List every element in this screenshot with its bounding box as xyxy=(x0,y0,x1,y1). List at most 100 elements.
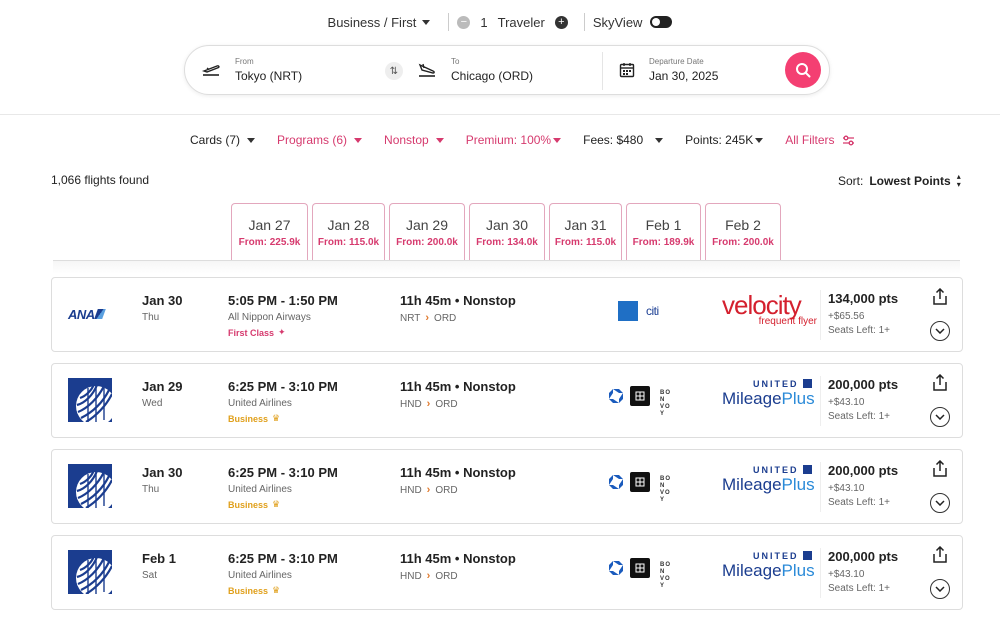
points-price: 200,000 pts xyxy=(828,377,899,392)
destination-code: ORD xyxy=(434,312,457,324)
filter-cards[interactable]: Cards (7) xyxy=(190,133,256,147)
united-globe-logo xyxy=(68,464,112,508)
sort-value: Lowest Points xyxy=(869,174,951,188)
points-price: 134,000 pts xyxy=(828,291,899,306)
chevron-down-icon xyxy=(435,137,444,143)
date-tab[interactable]: Jan 28 From: 115.0k xyxy=(312,203,385,260)
flight-card[interactable]: Jan 29 Wed 6:25 PM - 3:10 PM United Airl… xyxy=(51,363,963,438)
departure-date-field[interactable]: Departure Date Jan 30, 2025 xyxy=(619,46,718,94)
cabin-label: Business / First xyxy=(327,14,417,30)
cabin-class-label: First Class xyxy=(228,327,275,338)
globe-icon xyxy=(803,465,812,474)
chevron-right-icon: › xyxy=(426,570,431,582)
flight-day: Sat xyxy=(142,570,158,581)
filter-label: Cards (7) xyxy=(190,133,241,147)
traveler-label: Traveler xyxy=(497,14,545,30)
chase-card-icon xyxy=(609,389,623,403)
date-tab-price: From: 200.0k xyxy=(712,236,774,248)
sort-selector[interactable]: Sort: Lowest Points ▴ ▾ xyxy=(838,173,961,189)
minus-icon[interactable]: − xyxy=(457,15,471,29)
search-bar: From Tokyo (NRT) ⇅ To Chicago (ORD) Depa… xyxy=(184,45,830,95)
search-icon xyxy=(796,63,811,78)
date-tab-selected[interactable]: Jan 30 From: 134.0k xyxy=(469,203,545,260)
program-name: MileagePlus xyxy=(722,476,815,494)
filter-points[interactable]: Points: 245K xyxy=(685,133,764,147)
expand-button[interactable] xyxy=(930,321,950,341)
traveler-count: 1 xyxy=(480,14,488,30)
expand-button[interactable] xyxy=(930,407,950,427)
date-tab[interactable]: Feb 1 From: 189.9k xyxy=(626,203,701,260)
share-icon[interactable] xyxy=(932,288,948,306)
to-value: Chicago (ORD) xyxy=(451,69,534,83)
plus-icon[interactable]: + xyxy=(554,15,568,29)
to-field[interactable]: To Chicago (ORD) xyxy=(417,46,533,94)
program-name-part1: Mileage xyxy=(722,561,782,580)
filter-label: Fees: $480 xyxy=(583,133,644,147)
flight-duration: 11h 45m • Nonstop xyxy=(400,465,516,480)
filter-stops[interactable]: Nonstop xyxy=(384,133,444,147)
cabin-class-label: Business xyxy=(228,499,269,510)
cabin-selector[interactable]: Business / First xyxy=(328,15,441,30)
flight-card[interactable]: Feb 1 Sat 6:25 PM - 3:10 PM United Airli… xyxy=(51,535,963,610)
amex-card-icon xyxy=(618,301,638,321)
airline-name: United Airlines xyxy=(228,484,292,495)
filter-fees[interactable]: Fees: $480 xyxy=(583,133,664,147)
flight-card[interactable]: ANA Jan 30 Thu 5:05 PM - 1:50 PM All Nip… xyxy=(51,277,963,352)
date-tab[interactable]: Jan 29 From: 200.0k xyxy=(389,203,465,260)
filter-premium[interactable]: Premium: 100% xyxy=(466,133,562,147)
globe-icon xyxy=(803,551,812,560)
expand-button[interactable] xyxy=(930,493,950,513)
flight-date: Jan 30 xyxy=(142,465,183,480)
crown-icon: ♛ xyxy=(272,585,281,595)
skyview-toggle[interactable] xyxy=(650,16,673,28)
destination-code: ORD xyxy=(435,398,458,410)
cabin-class: Business ♛ xyxy=(228,499,280,510)
filter-programs[interactable]: Programs (6) xyxy=(277,133,363,147)
chevron-down-icon xyxy=(247,137,256,143)
sort-arrows-icon: ▴ ▾ xyxy=(956,172,961,189)
share-icon[interactable] xyxy=(932,374,948,392)
filter-all[interactable]: All Filters xyxy=(785,133,854,147)
share-icon[interactable] xyxy=(932,546,948,564)
chevron-down-icon xyxy=(553,137,562,143)
calendar-icon xyxy=(619,63,635,78)
program-name: MileagePlus xyxy=(722,561,815,580)
cabin-class: First Class ✦ xyxy=(228,327,286,338)
share-icon[interactable] xyxy=(932,460,948,478)
date-tab[interactable]: Jan 27 From: 225.9k xyxy=(231,203,308,260)
from-field[interactable]: From Tokyo (NRT) xyxy=(201,46,302,94)
date-tab[interactable]: Jan 31 From: 115.0k xyxy=(549,203,622,260)
mileageplus-program-logo: UNITED MileagePlus xyxy=(722,550,815,580)
chevron-down-icon xyxy=(935,500,945,506)
divider xyxy=(0,114,1000,115)
flight-duration: 11h 45m • Nonstop xyxy=(400,379,516,394)
date-tab-date: Feb 2 xyxy=(725,216,761,233)
date-tabs: Jan 27 From: 225.9k Jan 28 From: 115.0k Ja… xyxy=(231,203,785,260)
expand-button[interactable] xyxy=(930,579,950,599)
divider xyxy=(583,13,585,31)
chevron-down-icon xyxy=(935,414,945,420)
date-tab-date: Jan 31 xyxy=(564,216,607,233)
citi-card-icon: citi xyxy=(646,304,659,318)
filter-label: All Filters xyxy=(785,133,835,147)
airline-name: United Airlines xyxy=(228,570,292,581)
chevron-down-icon xyxy=(935,328,945,334)
date-tab-date: Jan 27 xyxy=(248,216,291,233)
divider xyxy=(602,52,603,90)
flight-times: 6:25 PM - 3:10 PM xyxy=(228,551,338,566)
origin-code: HND xyxy=(400,484,422,496)
flight-duration: 11h 45m • Nonstop xyxy=(400,551,516,566)
date-tab-price: From: 200.0k xyxy=(396,236,458,248)
date-tab[interactable]: Feb 2 From: 200.0k xyxy=(705,203,781,260)
airline-logo-text: ANA xyxy=(68,306,95,322)
flight-card[interactable]: Jan 30 Thu 6:25 PM - 3:10 PM United Airl… xyxy=(51,449,963,524)
flight-route: NRT › ORD xyxy=(400,312,456,324)
date-tab-price: From: 189.9k xyxy=(632,236,695,248)
sliders-icon xyxy=(842,135,854,145)
date-label: Departure Date xyxy=(649,57,704,66)
swap-icon[interactable]: ⇅ xyxy=(385,62,403,80)
date-tabs-underline xyxy=(53,260,960,274)
flight-route: HND › ORD xyxy=(400,484,458,496)
search-button[interactable] xyxy=(785,52,821,88)
seats-left: Seats Left: 1+ xyxy=(828,497,890,508)
